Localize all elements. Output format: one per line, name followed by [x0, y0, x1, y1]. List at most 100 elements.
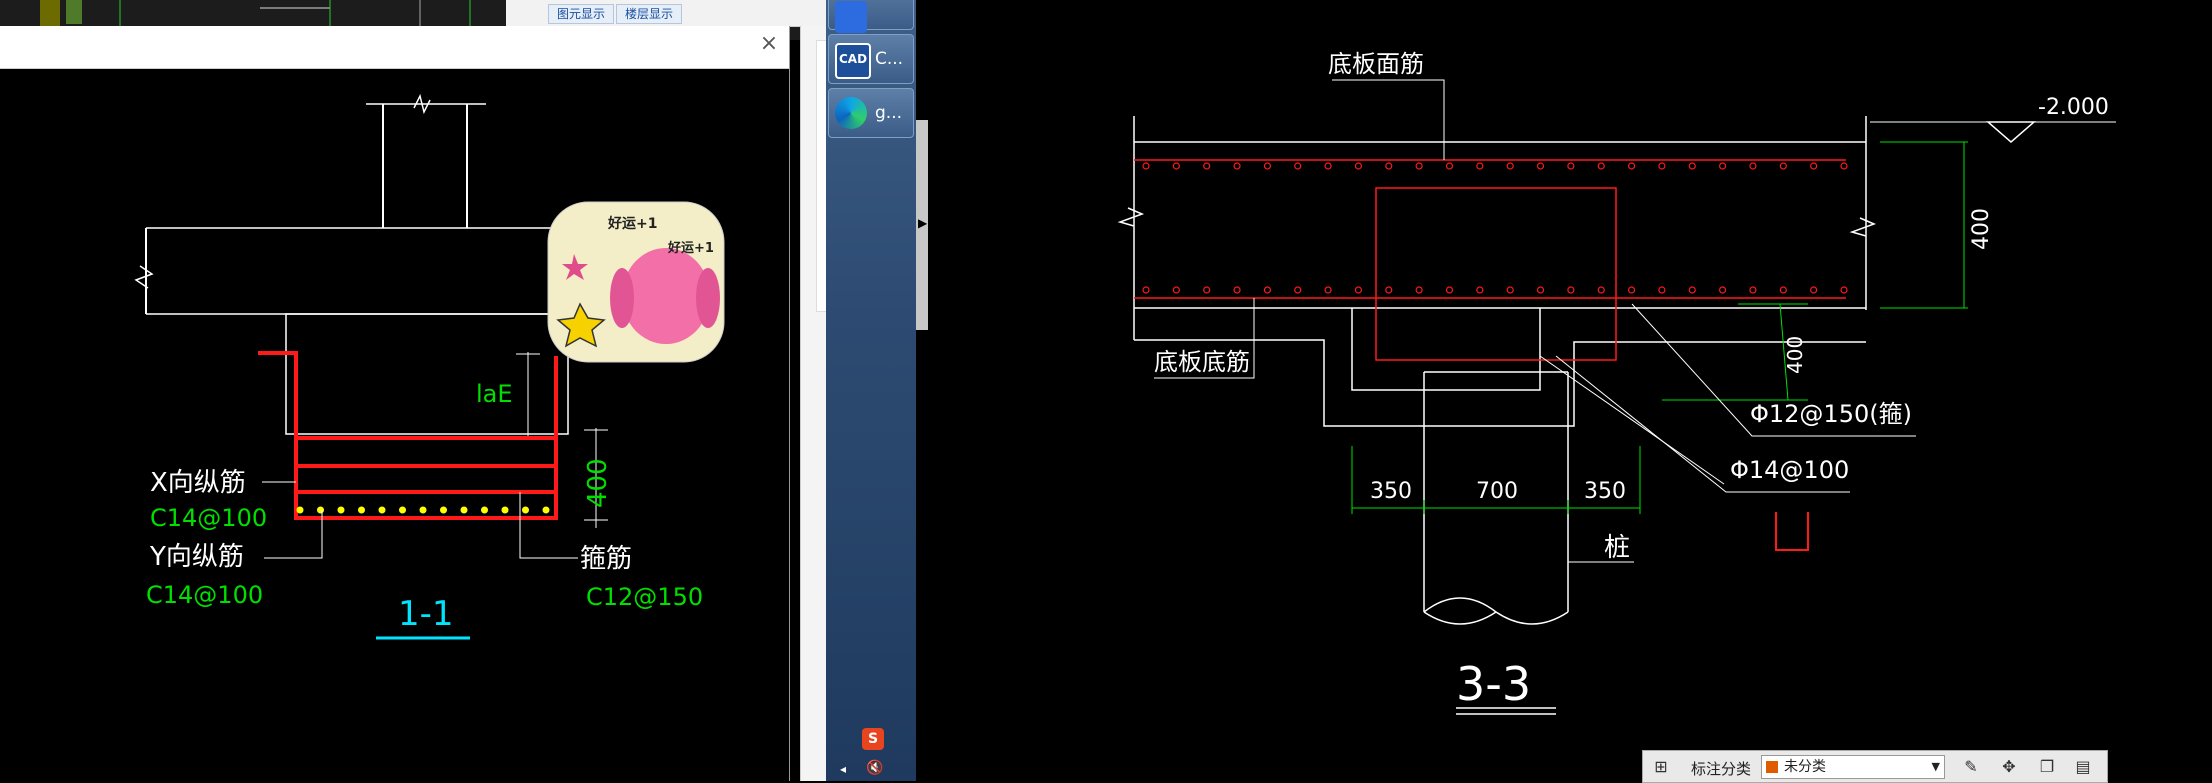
- dim-left: 350: [1370, 479, 1412, 504]
- rebar-dot: [481, 506, 488, 514]
- expand-arrow-icon[interactable]: ▶: [918, 216, 927, 230]
- taskbar-app-item[interactable]: [828, 0, 914, 33]
- rebar-dot: [317, 506, 324, 514]
- rebar-dot: [378, 506, 386, 514]
- break-symbol: [413, 93, 431, 115]
- rebar-dot: [1810, 286, 1818, 294]
- image-preview-dialog: × laE 400 X向纵筋 C14@100 Y向纵筋 C14@100 箍筋 C…: [0, 26, 790, 781]
- rebar-dot: [1324, 162, 1332, 170]
- pile-label: 桩: [1604, 533, 1630, 563]
- rebar-hook-left: [258, 351, 298, 393]
- dim-right: 350: [1584, 479, 1626, 504]
- paste-icon[interactable]: ▤: [2073, 757, 2093, 777]
- rebar-dot: [1719, 162, 1727, 170]
- rebar-dot: [1172, 162, 1180, 170]
- section-1-1-drawing: laE 400 X向纵筋 C14@100 Y向纵筋 C14@100 箍筋 C12…: [134, 93, 725, 640]
- rebar-dot: [460, 506, 468, 514]
- copy-icon[interactable]: ❐: [2037, 757, 2057, 777]
- rebar-dot: [1779, 286, 1787, 294]
- rebar-dot: [1203, 286, 1211, 294]
- rebar-dot: [1142, 162, 1150, 170]
- rebar-dot: [1233, 162, 1241, 170]
- pit-rebar-cage: [1375, 187, 1617, 361]
- rebar-dot: [1506, 286, 1514, 294]
- rebar-dot: [1506, 162, 1514, 170]
- rebar-dot: [1385, 286, 1393, 294]
- rebar-dot-row: [296, 506, 550, 514]
- rebar-dot: [440, 506, 447, 514]
- top-bar-leader: [1332, 79, 1445, 160]
- rebar-dot: [1840, 162, 1848, 170]
- taskbar-cad-item[interactable]: CAD C...: [828, 34, 914, 84]
- y-bar-label: Y向纵筋: [149, 542, 244, 572]
- stirrup-leader: [519, 492, 578, 559]
- move-icon[interactable]: ✥: [1999, 757, 2019, 777]
- rebar-dot: [542, 506, 550, 514]
- rebar-dot: [1658, 286, 1666, 294]
- rebar-dot: [358, 506, 365, 514]
- grid-icon[interactable]: ⊞: [1651, 757, 1671, 777]
- bar-spec-label: Φ14@100: [1730, 456, 1849, 484]
- stirrup-spec-label: Φ12@150(箍): [1750, 400, 1912, 428]
- chevron-down-icon: ▼: [1931, 760, 1940, 773]
- dim-mid: 700: [1476, 479, 1518, 504]
- edge-icon: [835, 97, 867, 129]
- rebar-dot: [1476, 162, 1484, 170]
- rebar-dot: [522, 506, 529, 514]
- rebar-dot: [1354, 162, 1363, 170]
- bottom-bar-label: 底板底筋: [1154, 348, 1250, 376]
- sticker-text: 好运+1: [667, 240, 714, 256]
- rebar-dot: [1294, 162, 1302, 170]
- pit-dim-value: 400: [1783, 336, 1807, 374]
- taskbar-edge-item[interactable]: g...: [828, 88, 914, 138]
- break-symbol: [134, 265, 154, 289]
- dialog-titlebar[interactable]: ×: [0, 26, 789, 69]
- edit-icon[interactable]: ✎: [1961, 757, 1981, 777]
- bottom-rebar-dots: [1142, 286, 1848, 294]
- top-rebar-dots: [1142, 162, 1848, 170]
- rebar-dot: [1627, 286, 1636, 294]
- taskbar-label: C...: [875, 49, 904, 69]
- rebar-dot: [1779, 162, 1787, 170]
- tray-expand-icon[interactable]: ◂: [840, 762, 846, 776]
- y-bar-spec: C14@100: [146, 581, 263, 609]
- depth-dim-value: 400: [1969, 208, 1994, 250]
- tab-floor-display[interactable]: 楼层显示: [616, 4, 683, 24]
- rebar-dot: [1536, 162, 1545, 170]
- rebar-dot: [1476, 286, 1484, 294]
- rebar-dot: [1172, 286, 1180, 294]
- tab-element-display[interactable]: 图元显示: [548, 4, 615, 24]
- speaker-mute-icon[interactable]: 🔇: [866, 760, 883, 776]
- sticker-dog-ear: [696, 268, 720, 328]
- sogou-icon[interactable]: S: [862, 728, 884, 750]
- cad-icon: CAD: [835, 43, 871, 79]
- rebar-dot: [1749, 286, 1757, 294]
- rebar-dot: [1567, 286, 1575, 294]
- rebar-dot: [1445, 162, 1454, 170]
- elevation-triangle: [1985, 121, 2037, 143]
- break-symbol: [1849, 217, 1877, 237]
- pit-inner: [1351, 308, 1541, 391]
- bg-block: [40, 0, 60, 28]
- rebar-dot: [1233, 286, 1241, 294]
- annotation-toolbar: ⊞ 标注分类 未分类 ▼ ✎ ✥ ❐ ▤: [1642, 750, 2108, 783]
- category-swatch: [1766, 761, 1778, 773]
- sticker-dog-ear: [610, 268, 634, 328]
- taskbar-label: g...: [875, 103, 903, 123]
- rebar-dot: [419, 506, 427, 514]
- rebar-dot: [1324, 286, 1332, 294]
- rebar-dot: [1597, 286, 1605, 294]
- close-icon[interactable]: ×: [757, 32, 781, 56]
- pile-break: [1423, 611, 1497, 625]
- annotation-category-select[interactable]: 未分类 ▼: [1761, 755, 1945, 779]
- sticker-image: 好运+1 好运+1: [547, 201, 725, 363]
- rebar-dot: [1810, 162, 1818, 170]
- elevation-value: -2.000: [2038, 95, 2109, 120]
- rebar-dot: [1536, 286, 1545, 294]
- rebar-dot: [1627, 162, 1636, 170]
- lae-label: laE: [476, 380, 513, 408]
- rebar-dot: [1445, 286, 1454, 294]
- rebar-dot: [1294, 286, 1302, 294]
- sticker-text: 好运+1: [607, 215, 657, 232]
- rebar-dot: [1567, 162, 1575, 170]
